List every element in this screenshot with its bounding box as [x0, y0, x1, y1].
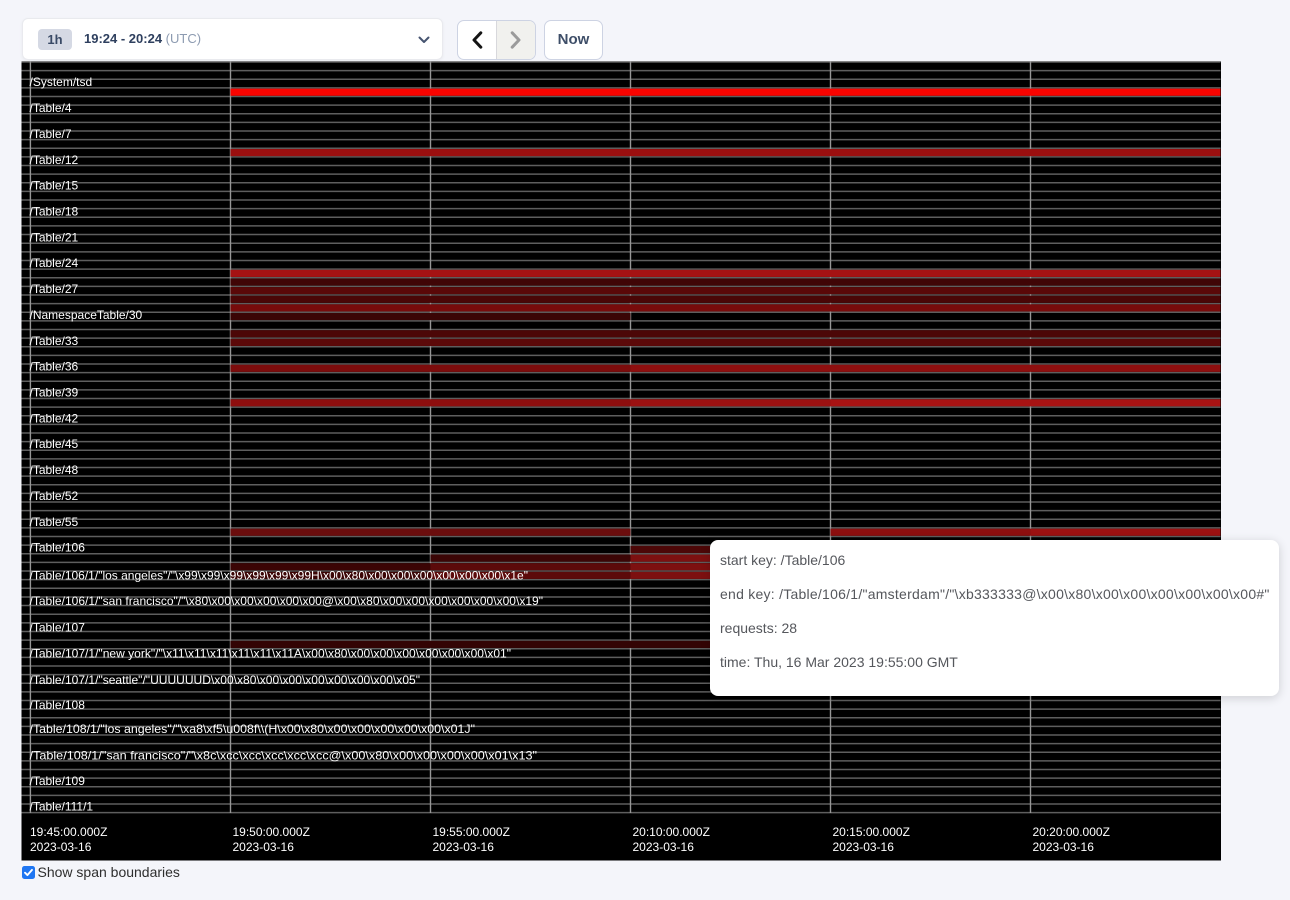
svg-text:/Table/107/1/"seattle"/"UUUUUU: /Table/107/1/"seattle"/"UUUUUUD\x00\x80\… [30, 673, 420, 687]
svg-text:/Table/111/1: /Table/111/1 [30, 799, 94, 813]
svg-text:/Table/108/1/"los angeles"/"\x: /Table/108/1/"los angeles"/"\xa8\xf5\u00… [30, 722, 476, 736]
svg-text:/System/tsd: /System/tsd [30, 75, 93, 89]
svg-text:/Table/12: /Table/12 [30, 153, 79, 167]
svg-text:/Table/106/1/"san francisco"/": /Table/106/1/"san francisco"/"\x80\x00\x… [30, 594, 544, 608]
svg-text:/Table/15: /Table/15 [30, 179, 79, 193]
svg-text:/Table/52: /Table/52 [30, 489, 79, 503]
svg-text:2023-03-16: 2023-03-16 [1033, 840, 1095, 854]
svg-text:/Table/39: /Table/39 [30, 386, 79, 400]
svg-text:/NamespaceTable/30: /NamespaceTable/30 [30, 308, 143, 322]
svg-text:/Table/4: /Table/4 [30, 101, 72, 115]
svg-text:/Table/36: /Table/36 [30, 360, 79, 374]
svg-text:/Table/108: /Table/108 [30, 698, 86, 712]
svg-text:2023-03-16: 2023-03-16 [233, 840, 295, 854]
svg-text:2023-03-16: 2023-03-16 [433, 840, 495, 854]
svg-text:/Table/106: /Table/106 [30, 541, 86, 555]
svg-text:20:20:00.000Z: 20:20:00.000Z [1033, 825, 1110, 839]
svg-text:/Table/7: /Table/7 [30, 127, 72, 141]
svg-text:/Table/107/1/"new york"/"\x11\: /Table/107/1/"new york"/"\x11\x11\x11\x1… [30, 647, 511, 661]
svg-text:2023-03-16: 2023-03-16 [833, 840, 895, 854]
svg-text:/Table/18: /Table/18 [30, 205, 79, 219]
svg-text:/Table/48: /Table/48 [30, 463, 79, 477]
svg-text:/Table/55: /Table/55 [30, 515, 79, 529]
svg-text:/Table/109: /Table/109 [30, 774, 86, 788]
svg-text:19:45:00.000Z: 19:45:00.000Z [30, 825, 107, 839]
svg-text:2023-03-16: 2023-03-16 [30, 840, 92, 854]
svg-text:20:15:00.000Z: 20:15:00.000Z [833, 825, 910, 839]
svg-text:/Table/45: /Table/45 [30, 437, 79, 451]
svg-text:/Table/106/1/"los angeles"/"\x: /Table/106/1/"los angeles"/"\x99\x99\x99… [30, 569, 529, 583]
svg-text:/Table/42: /Table/42 [30, 411, 79, 425]
svg-text:19:50:00.000Z: 19:50:00.000Z [233, 825, 310, 839]
svg-text:/Table/107: /Table/107 [30, 620, 86, 634]
svg-text:/Table/108/1/"san francisco"/": /Table/108/1/"san francisco"/"\x8c\xcc\x… [30, 749, 538, 763]
svg-text:/Table/33: /Table/33 [30, 334, 79, 348]
svg-text:/Table/27: /Table/27 [30, 282, 79, 296]
svg-text:19:55:00.000Z: 19:55:00.000Z [433, 825, 510, 839]
svg-text:/Table/24: /Table/24 [30, 256, 79, 270]
svg-text:20:10:00.000Z: 20:10:00.000Z [633, 825, 710, 839]
svg-text:/Table/21: /Table/21 [30, 230, 79, 244]
svg-text:2023-03-16: 2023-03-16 [633, 840, 695, 854]
